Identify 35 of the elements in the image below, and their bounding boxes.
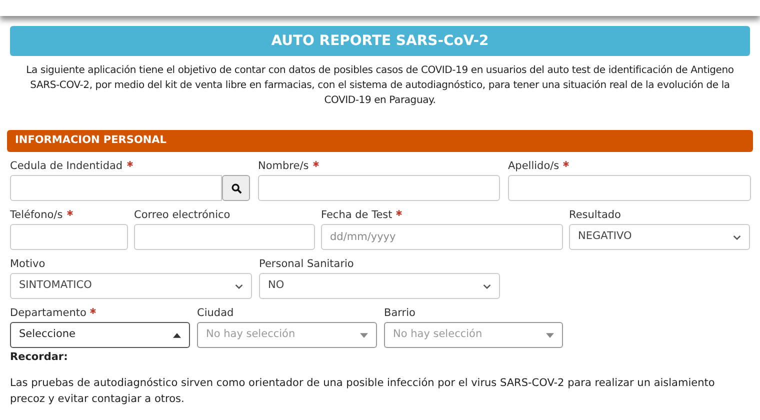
caret-icon bbox=[360, 332, 368, 338]
field-label: Cedula de Indentidad bbox=[10, 159, 123, 174]
text-input-field[interactable] bbox=[134, 224, 315, 250]
field-label: Departamento bbox=[10, 306, 86, 321]
text-input-field[interactable]: dd/mm/yyyy bbox=[321, 224, 563, 250]
text-input-field[interactable] bbox=[10, 224, 128, 250]
field-label: Motivo bbox=[10, 257, 46, 272]
page-title: AUTO REPORTE SARS-CoV-2 bbox=[10, 26, 750, 56]
field-label: Resultado bbox=[569, 208, 621, 223]
reminder-title: Recordar: bbox=[10, 350, 69, 365]
select-dropdown[interactable]: SINTOMATICO bbox=[10, 273, 252, 299]
caret-icon bbox=[173, 332, 181, 338]
chevron-icon bbox=[235, 284, 243, 288]
caret-icon bbox=[546, 332, 554, 338]
field-label: Ciudad bbox=[197, 306, 234, 321]
search-button[interactable] bbox=[222, 175, 250, 201]
select-dropdown[interactable]: Seleccione bbox=[10, 322, 190, 348]
field-label: Barrio bbox=[384, 306, 416, 321]
search-icon bbox=[230, 182, 242, 194]
select-dropdown[interactable]: NEGATIVO bbox=[569, 224, 750, 250]
field-label: Apellido/s bbox=[508, 159, 560, 174]
chevron-icon bbox=[483, 284, 491, 288]
text-input-field[interactable] bbox=[258, 175, 500, 201]
chevron-icon bbox=[733, 234, 741, 240]
section-header: INFORMACION PERSONAL bbox=[7, 130, 753, 152]
text-input-field[interactable] bbox=[10, 175, 222, 201]
field-label: Personal Sanitario bbox=[259, 257, 354, 272]
field-label: Correo electrónico bbox=[134, 208, 230, 223]
text-input-field[interactable] bbox=[508, 175, 751, 201]
reminder-text: Las pruebas de autodiagnóstico sirven como orientador de una posible infección por el virus SARS-COV-2 para realizar un aislamiento precoz y evitar contagiar a otros. bbox=[10, 376, 716, 407]
field-label: Nombre/s bbox=[258, 159, 309, 174]
select-dropdown[interactable]: NO bbox=[259, 273, 500, 299]
intro-text: La siguiente aplicación tiene el objetivo de contar con datos de posibles casos de COVID-19 en usuarios del auto test de identificación de Antigeno SARS-COV-2, por medio del kit de venta libre en farmacias, con el sistema de autodiagnóstico, para tener una situación real de la evolución de la COVID-19 en Paraguay. bbox=[25, 64, 735, 108]
field-label: Fecha de Test bbox=[321, 208, 392, 223]
field-label: Teléfono/s bbox=[10, 208, 63, 223]
